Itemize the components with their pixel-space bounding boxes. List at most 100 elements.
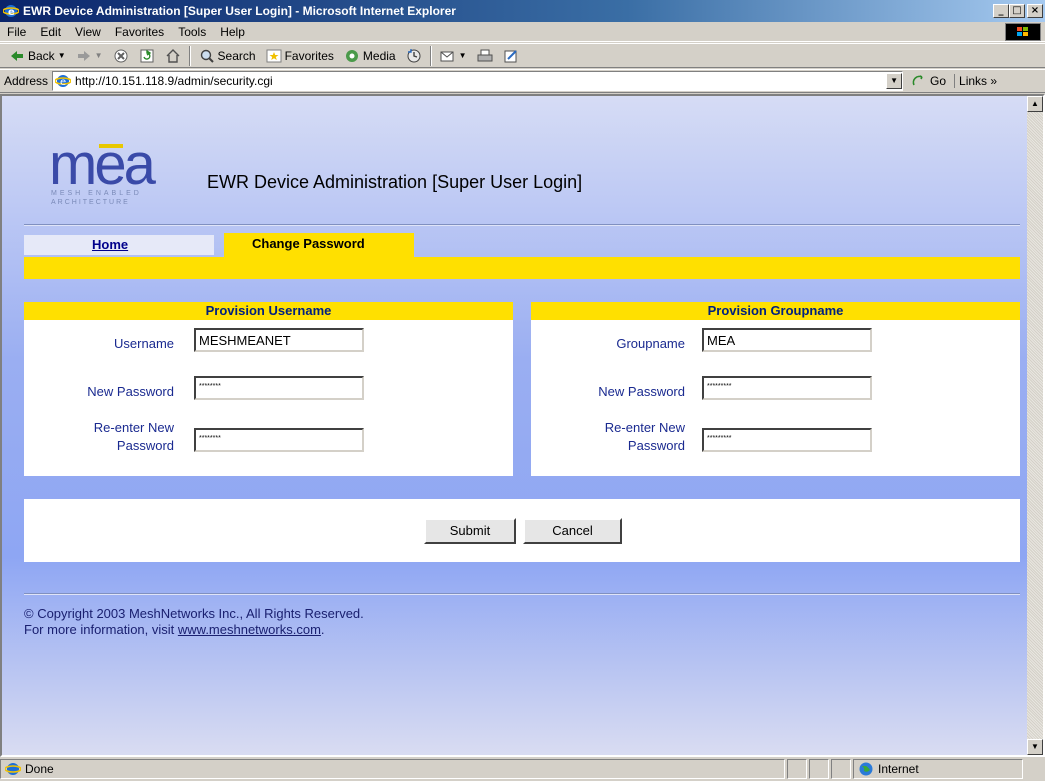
window-title: EWR Device Administration [Super User Lo… — [23, 4, 456, 18]
printer-icon — [477, 49, 493, 61]
menu-edit[interactable]: Edit — [33, 25, 68, 39]
new-password-input[interactable]: ******** — [194, 376, 364, 400]
history-icon — [407, 48, 421, 62]
panel-heading: Provision Username — [24, 302, 513, 320]
stop-icon — [114, 49, 128, 62]
vertical-scrollbar[interactable]: ▲ ▼ — [1027, 96, 1043, 755]
menu-file[interactable]: File — [0, 25, 33, 39]
username-input[interactable] — [194, 328, 364, 352]
copyright-text: © Copyright 2003 MeshNetworks Inc., All … — [24, 606, 364, 621]
back-arrow-icon — [11, 50, 23, 61]
refresh-icon — [140, 49, 154, 62]
edit-button[interactable] — [498, 48, 524, 64]
tab-change-password[interactable]: Change Password — [224, 233, 414, 257]
new-password-label: New Password — [87, 384, 174, 399]
menu-tools[interactable]: Tools — [171, 25, 213, 39]
go-label: Go — [930, 74, 947, 88]
forward-button[interactable]: ▼ — [71, 48, 108, 64]
window-title-bar[interactable]: e EWR Device Administration [Super User … — [0, 0, 1045, 22]
print-button[interactable] — [472, 48, 498, 64]
form-actions-bar: Submit Cancel — [24, 499, 1020, 562]
more-info-suffix: . — [320, 622, 325, 637]
group-reenter-password-label-line2: Password — [627, 438, 685, 453]
windows-logo-icon — [1005, 23, 1041, 41]
maximize-button[interactable]: □ — [1009, 4, 1025, 18]
tab-change-password-label: Change Password — [252, 236, 365, 251]
media-button[interactable]: Media — [339, 48, 401, 64]
stop-button[interactable] — [108, 48, 134, 64]
edit-page-icon — [504, 49, 517, 62]
footer-divider — [24, 593, 1020, 595]
page-content: mea MESH ENABLED ARCHITECTURE EWR Device… — [2, 96, 1028, 755]
search-label: Search — [217, 48, 256, 63]
links-label: Links — [959, 74, 988, 88]
security-zone-panel: Internet — [853, 759, 1023, 779]
more-info-text: For more information, visit www.meshnetw… — [24, 622, 325, 637]
scroll-down-button[interactable]: ▼ — [1027, 739, 1043, 755]
favorites-label: Favorites — [284, 48, 334, 63]
minimize-button[interactable]: _ — [993, 4, 1009, 18]
back-button[interactable]: Back ▼ — [4, 48, 71, 64]
menu-view[interactable]: View — [68, 25, 108, 39]
favorites-button[interactable]: Favorites — [261, 48, 339, 64]
toolbar-separator — [188, 45, 191, 66]
links-button[interactable]: Links » — [954, 74, 1001, 88]
svg-text:e: e — [60, 77, 66, 88]
provision-groupname-panel: Provision Groupname Groupname New Passwo… — [531, 302, 1020, 476]
address-bar: Address e http://10.151.118.9/admin/secu… — [0, 69, 1045, 93]
reenter-password-label-line1: Re-enter New — [93, 420, 174, 435]
close-button[interactable]: × — [1027, 4, 1043, 18]
meshnetworks-link[interactable]: www.meshnetworks.com — [178, 622, 321, 637]
group-reenter-password-input[interactable]: ********* — [702, 428, 872, 452]
home-button[interactable] — [160, 48, 186, 64]
media-label: Media — [362, 48, 396, 63]
panel-heading: Provision Groupname — [531, 302, 1020, 320]
submit-button[interactable]: Submit — [424, 518, 516, 544]
back-label: Back — [28, 48, 55, 63]
search-icon — [200, 49, 214, 63]
reenter-password-input[interactable]: ******** — [194, 428, 364, 452]
tab-underline-bar — [24, 257, 1020, 279]
favorites-star-icon — [266, 49, 282, 62]
search-button[interactable]: Search — [194, 48, 261, 64]
internet-explorer-icon: e — [3, 5, 19, 18]
history-button[interactable] — [401, 48, 427, 64]
status-text: Done — [25, 762, 54, 776]
mail-button[interactable]: ▼ — [435, 48, 472, 64]
status-cell — [831, 759, 851, 779]
tab-home-label[interactable]: Home — [92, 237, 128, 252]
logo-subtitle-line1: MESH ENABLED — [51, 190, 142, 197]
menu-help[interactable]: Help — [213, 25, 252, 39]
menu-favorites[interactable]: Favorites — [108, 25, 171, 39]
go-button[interactable]: Go — [903, 73, 954, 89]
cancel-button[interactable]: Cancel — [523, 518, 622, 544]
menu-bar: File Edit View Favorites Tools Help — [0, 22, 1045, 42]
tab-home[interactable]: Home — [24, 235, 214, 255]
address-input[interactable]: e http://10.151.118.9/admin/security.cgi… — [52, 71, 904, 91]
groupname-input[interactable] — [702, 328, 872, 352]
group-new-password-label: New Password — [598, 384, 685, 399]
scroll-up-button[interactable]: ▲ — [1027, 96, 1043, 112]
standard-toolbar: Back ▼ ▼ Search Favorites Media ▼ — [0, 43, 1045, 68]
toolbar-separator — [429, 45, 432, 66]
address-label: Address — [4, 74, 49, 88]
chevron-down-icon[interactable]: ▼ — [459, 51, 467, 60]
refresh-button[interactable] — [134, 48, 160, 64]
go-arrow-icon — [912, 75, 923, 86]
reenter-password-label-line2: Password — [116, 438, 174, 453]
status-bar: Done Internet — [0, 757, 1045, 781]
home-icon — [166, 48, 180, 63]
group-reenter-password-label-line1: Re-enter New — [604, 420, 685, 435]
status-cell — [787, 759, 807, 779]
address-dropdown-button[interactable]: ▼ — [886, 73, 903, 89]
group-new-password-input[interactable]: ********* — [702, 376, 872, 400]
mail-icon — [440, 51, 454, 61]
logo-subtitle-line2: ARCHITECTURE — [51, 199, 130, 206]
mea-logo: mea MESH ENABLED ARCHITECTURE — [47, 136, 172, 214]
media-icon — [345, 49, 358, 62]
chevron-down-icon[interactable]: ▼ — [58, 51, 66, 60]
address-url: http://10.151.118.9/admin/security.cgi — [75, 74, 273, 88]
page-icon: e — [55, 75, 72, 88]
svg-text:e: e — [8, 7, 15, 18]
chevron-down-icon[interactable]: ▼ — [95, 51, 103, 60]
